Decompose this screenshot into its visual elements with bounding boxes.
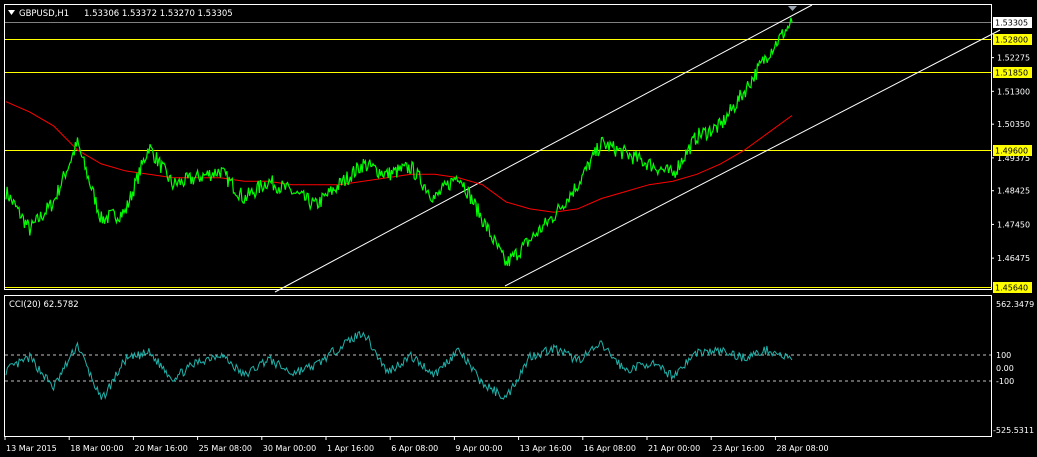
- chart-shift-marker-icon[interactable]: [788, 6, 797, 11]
- price-tick-label: 1.46475: [997, 254, 1030, 263]
- level-label: 1.45640: [995, 284, 1028, 293]
- channel-lower-line[interactable]: [504, 29, 1001, 287]
- time-tick-label: 6 Apr 08:00: [391, 444, 438, 453]
- time-tick-label: 18 Mar 00:00: [70, 444, 123, 453]
- cci-level-lines: [5, 354, 991, 382]
- time-tick-label: 28 Apr 08:00: [776, 444, 828, 453]
- price-tick-label: 1.52275: [997, 54, 1030, 63]
- chart-canvas[interactable]: GBPUSD,H1 1.53306 1.53372 1.53270 1.5330…: [0, 0, 1037, 457]
- time-tick-label: 16 Apr 08:00: [584, 444, 636, 453]
- price-axis: 1.522751.513001.503501.493751.484251.474…: [991, 54, 1030, 263]
- price-line: [5, 17, 793, 267]
- time-axis: 13 Mar 2015 18 Mar 00:00 20 Mar 16:00 25 Ma…: [4, 436, 829, 453]
- symbol-label: GBPUSD,H1: [19, 9, 69, 19]
- time-tick-label: 21 Apr 00:00: [648, 444, 700, 453]
- price-pane: [5, 4, 1001, 293]
- time-tick-label: 20 Mar 16:00: [134, 444, 187, 453]
- chart-window[interactable]: GBPUSD,H1 1.53306 1.53372 1.53270 1.5330…: [0, 0, 1037, 457]
- cci-pane: CCI(20) 62.5782 562.3479 -525.5311 100 0.…: [5, 300, 1034, 435]
- ohlc-label: 1.53306 1.53372 1.53270 1.53305: [84, 9, 233, 19]
- level-label: 1.49600: [995, 147, 1028, 156]
- cci-pane-frame: [4, 295, 992, 437]
- current-price-label: 1.53305: [995, 19, 1028, 28]
- price-tick-label: 1.51300: [997, 87, 1030, 96]
- cci-axis-levels: 100 0.00 -100: [996, 351, 1014, 386]
- cci-level-label: -100: [996, 377, 1014, 386]
- price-tick-label: 1.50350: [997, 120, 1030, 129]
- cci-level-label: 100: [996, 351, 1011, 360]
- level-label: 1.52800: [995, 36, 1028, 45]
- level-label: 1.51850: [995, 69, 1028, 78]
- price-tick-label: 1.48425: [997, 187, 1030, 196]
- cci-axis-max: 562.3479: [996, 300, 1034, 309]
- trend-channel[interactable]: [274, 4, 1001, 293]
- moving-average-line: [5, 101, 793, 213]
- time-tick-label: 9 Apr 00:00: [455, 444, 502, 453]
- time-tick-label: 23 Apr 16:00: [712, 444, 764, 453]
- cci-level-label: 0.00: [996, 364, 1014, 373]
- triangle-down-icon[interactable]: [8, 10, 15, 15]
- channel-upper-line[interactable]: [274, 4, 813, 293]
- time-tick-label: 25 Mar 08:00: [199, 444, 252, 453]
- time-tick-label: 13 Apr 16:00: [520, 444, 572, 453]
- time-tick-label: 13 Mar 2015: [6, 444, 57, 453]
- time-tick-label: 1 Apr 16:00: [327, 444, 374, 453]
- cci-axis-min: -525.5311: [993, 426, 1034, 435]
- price-tick-label: 1.47450: [997, 220, 1030, 229]
- cci-title: CCI(20) 62.5782: [9, 300, 79, 310]
- cci-line: [5, 330, 793, 400]
- time-tick-label: 30 Mar 00:00: [263, 444, 316, 453]
